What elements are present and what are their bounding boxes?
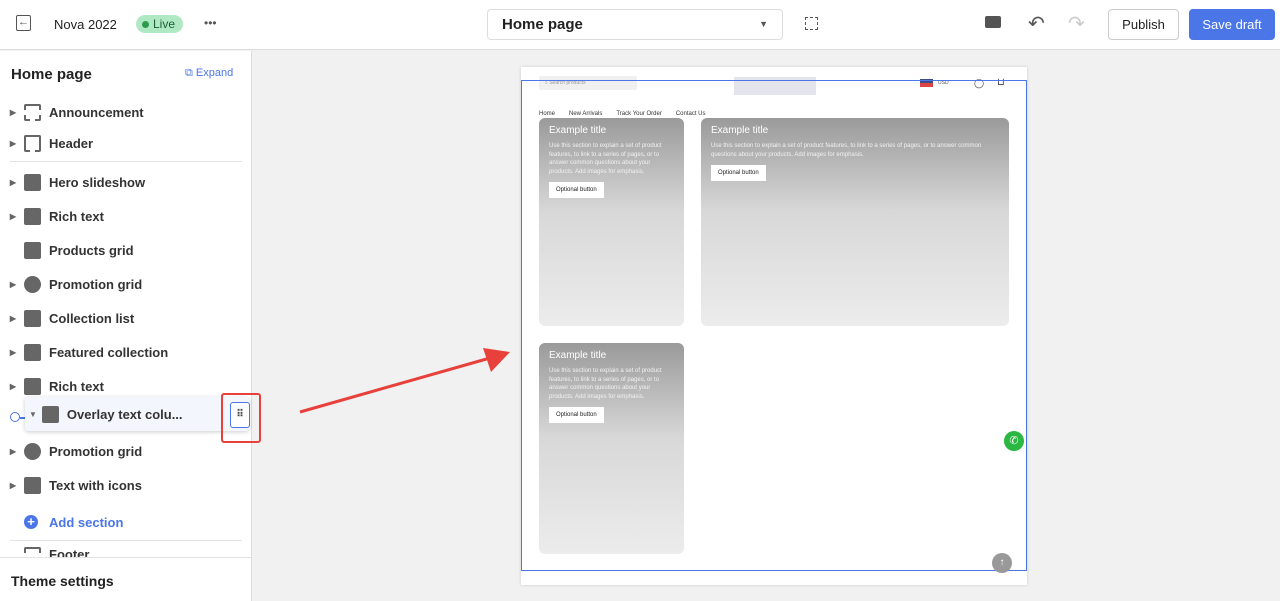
select-element-icon[interactable] (805, 17, 818, 30)
status-label: Live (153, 17, 176, 31)
optional-button[interactable]: Optional button (549, 407, 604, 423)
document-icon (24, 207, 41, 225)
caret-right-icon[interactable]: ▶ (7, 348, 19, 357)
card-text: Use this section to explain a set of pro… (711, 143, 982, 158)
more-options-button[interactable]: ••• (204, 16, 217, 30)
sidebar: Home page ⧉ Expand ▶ Announcement ▶ Header… (0, 51, 261, 601)
chevron-down-icon: ▼ (759, 19, 768, 29)
desktop-view-icon[interactable] (985, 16, 1001, 28)
expand-label: Expand (195, 67, 234, 79)
plus-circle-icon: + (24, 515, 38, 529)
sidebar-title: Home page (11, 66, 92, 83)
card-title: Example title (549, 125, 607, 136)
expand-button[interactable]: ⧉ Expand (185, 67, 233, 80)
add-section-label: Add section (49, 514, 124, 530)
image-icon (24, 173, 41, 191)
caret-right-icon[interactable]: ▶ (7, 212, 19, 221)
caret-right-icon[interactable]: ▶ (7, 481, 19, 490)
sidebar-item-footer[interactable]: Footer (0, 547, 252, 557)
item-label: Collection list (49, 310, 135, 326)
card-title: Example title (549, 350, 607, 361)
drop-indicator-icon (10, 412, 20, 422)
nav-link-track-order[interactable]: Track Your Order (616, 111, 661, 117)
sidebar-item-promotion-grid[interactable]: ▶ Promotion grid (0, 271, 252, 297)
scroll-to-top-icon[interactable]: ↑ (992, 553, 1012, 573)
sidebar-item-announcement[interactable]: ▶ Announcement (0, 99, 252, 125)
highlight-annotation-box (221, 393, 261, 443)
caret-right-icon[interactable]: ▶ (7, 382, 19, 391)
sidebar-item-rich-text[interactable]: ▶ Rich text (0, 203, 252, 229)
item-label: Announcement (49, 104, 144, 120)
item-label: Products grid (49, 242, 134, 258)
percent-icon (24, 442, 41, 460)
item-label: Text with icons (49, 477, 142, 493)
header-icon (24, 134, 41, 152)
divider (10, 161, 242, 162)
products-icon (24, 241, 41, 259)
item-label: Promotion grid (49, 443, 143, 459)
caret-right-icon[interactable]: ▶ (7, 178, 19, 187)
sidebar-item-featured-collection[interactable]: ▶ Featured collection (0, 339, 252, 365)
top-bar: ← Nova 2022 Live ••• Home page ▼ ↶ ↷ Publ… (0, 0, 1280, 50)
document-icon (41, 405, 59, 423)
item-label: Footer (49, 547, 90, 557)
preview-frame: ⌕ Search products USD ◯ ⊔ Home New Arriva… (521, 67, 1027, 585)
card-text: Use this section to explain a set of pro… (549, 143, 662, 175)
document-icon (24, 377, 41, 395)
overlay-card: Example title Use this section to explain… (701, 118, 1009, 326)
caret-right-icon[interactable]: ▶ (7, 139, 19, 148)
optional-button[interactable]: Optional button (711, 165, 766, 181)
sidebar-item-hero-slideshow[interactable]: ▶ Hero slideshow (0, 169, 252, 195)
overlay-card: Example title Use this section to explain… (539, 343, 684, 554)
theme-name: Nova 2022 (54, 17, 117, 32)
status-badge: Live (136, 15, 184, 33)
tag-icon (24, 343, 41, 361)
caret-right-icon[interactable]: ▶ (7, 280, 19, 289)
sidebar-item-header[interactable]: ▶ Header (0, 130, 252, 156)
redo-icon[interactable]: ↷ (1068, 11, 1085, 36)
nav-link-new-arrivals[interactable]: New Arrivals (569, 111, 602, 117)
publish-button[interactable]: Publish (1108, 9, 1179, 40)
item-label: Featured collection (49, 344, 169, 360)
item-label: Header (49, 135, 94, 151)
whatsapp-icon[interactable]: ✆ (1004, 431, 1024, 451)
add-section-button[interactable]: + Add section (0, 509, 252, 535)
page-select-value: Home page (502, 16, 583, 33)
live-dot-icon (142, 20, 149, 28)
item-label: Promotion grid (49, 276, 143, 292)
sidebar-item-text-with-icons[interactable]: ▶ Text with icons (0, 472, 252, 498)
optional-button[interactable]: Optional button (549, 182, 604, 198)
undo-icon[interactable]: ↶ (1028, 11, 1045, 36)
announcement-icon (24, 103, 41, 121)
page-select[interactable]: Home page ▼ (487, 9, 783, 40)
card-title: Example title (711, 125, 769, 136)
sidebar-item-promotion-grid-2[interactable]: ▶ Promotion grid (0, 438, 252, 464)
theme-settings-button[interactable]: Theme settings (0, 557, 251, 601)
caret-right-icon[interactable]: ▶ (7, 447, 19, 456)
item-label: Hero slideshow (49, 174, 146, 190)
sidebar-item-overlay-text-columns-dragging[interactable]: ▼ Overlay text colu... ⠿ (25, 397, 250, 431)
footer-icon (24, 547, 41, 557)
overlay-card: Example title Use this section to explain… (539, 118, 684, 326)
caret-right-icon[interactable]: ▶ (7, 314, 19, 323)
save-draft-button[interactable]: Save draft (1189, 9, 1275, 40)
nav-link-contact[interactable]: Contact Us (676, 111, 706, 117)
annotation-arrow (299, 348, 510, 414)
caret-right-icon[interactable]: ▶ (7, 108, 19, 117)
sidebar-item-products-grid[interactable]: Products grid (0, 237, 252, 263)
divider (10, 540, 242, 541)
expand-icon: ⧉ (185, 67, 196, 79)
item-label: Rich text (49, 208, 104, 224)
sidebar-item-rich-text-2[interactable]: ▶ Rich text (0, 373, 252, 399)
nav-link-home[interactable]: Home (539, 111, 555, 117)
item-label: Rich text (49, 378, 104, 394)
document-icon (24, 476, 41, 494)
caret-down-icon[interactable]: ▼ (29, 410, 37, 419)
tag-icon (24, 309, 41, 327)
card-text: Use this section to explain a set of pro… (549, 368, 662, 400)
item-label: Overlay text colu... (66, 406, 183, 422)
exit-icon[interactable]: ← (16, 15, 31, 31)
percent-icon (24, 275, 41, 293)
sidebar-item-collection-list[interactable]: ▶ Collection list (0, 305, 252, 331)
